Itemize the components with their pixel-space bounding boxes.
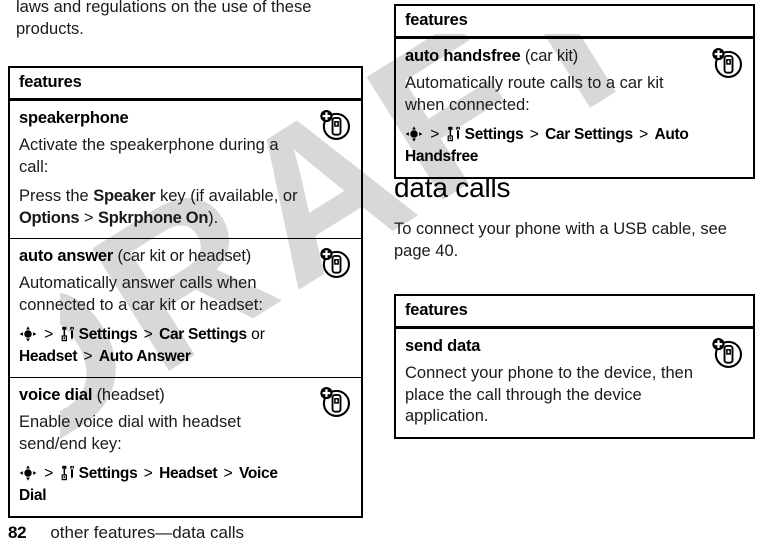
settings-tools-icon xyxy=(61,465,74,481)
menu-path: > Settings > Car Settings or Headset > A… xyxy=(19,324,306,368)
path-menu-item[interactable]: Auto Answer xyxy=(99,348,191,365)
path-separator: > xyxy=(40,326,58,343)
feature-name: voice dial xyxy=(19,386,93,404)
feature-qualifier: (car kit) xyxy=(524,47,579,65)
path-separator: > xyxy=(139,465,158,482)
feature-description: Automatically answer calls when connecte… xyxy=(19,274,263,314)
settings-tools-icon xyxy=(61,326,74,342)
breadcrumb: other features—data calls xyxy=(50,523,245,542)
feature-cell: send data Connect your phone to the devic… xyxy=(405,336,744,428)
path-menu-item[interactable]: Car Settings xyxy=(159,326,247,343)
path-menu-item[interactable]: Headset xyxy=(19,348,78,365)
table-header-row: features xyxy=(395,295,754,329)
feature-title: speakerphone xyxy=(19,108,306,129)
navigation-key-icon xyxy=(405,126,423,142)
path-separator: > xyxy=(219,465,237,482)
table-row: speakerphone Activate the speakerphone du… xyxy=(9,99,362,239)
table-header-row: features xyxy=(395,5,754,39)
path-menu-item[interactable]: Settings xyxy=(465,126,524,143)
path-separator: > xyxy=(40,465,58,482)
description-text: > xyxy=(79,208,99,227)
path-separator: > xyxy=(139,326,158,343)
path-conjunction: or xyxy=(246,326,265,343)
features-table-left: features speakerphone Activate the speaker… xyxy=(8,66,363,518)
page-body: laws and regulations on the use of these… xyxy=(0,0,759,546)
description-text: key (if available, or xyxy=(155,187,298,205)
page-number: 82 xyxy=(8,523,27,542)
table-row: voice dial (headset) Enable voice dial wi… xyxy=(9,378,362,518)
path-menu-item[interactable]: Settings xyxy=(79,465,138,482)
features-table-right-bottom: features send data Connect your phone to t… xyxy=(394,294,755,439)
ui-key-label: Options xyxy=(19,208,80,227)
feature-title: send data xyxy=(405,336,698,357)
path-separator: > xyxy=(525,126,544,143)
ui-key-label: Speaker xyxy=(93,187,156,205)
feature-name: auto handsfree xyxy=(405,47,521,65)
feature-name: auto answer xyxy=(19,247,114,265)
right-features-table-bottom-mount: features send data Connect your phone to t… xyxy=(394,294,755,439)
table-header-row: features xyxy=(9,67,362,101)
table-header-label: features xyxy=(405,301,468,319)
data-calls-section-mount: data calls To connect your phone with a … xyxy=(394,172,749,262)
table-row: auto answer (car kit or headset) Automati… xyxy=(9,238,362,378)
feature-description: Connect your phone to the device, then p… xyxy=(405,364,694,425)
path-menu-item[interactable]: Settings xyxy=(79,326,138,343)
navigation-key-icon xyxy=(19,465,37,481)
phone-plus-badge-icon xyxy=(712,337,743,369)
feature-cell: speakerphone Activate the speakerphone du… xyxy=(19,108,352,229)
feature-title: auto handsfree (car kit) xyxy=(405,46,698,67)
path-separator: > xyxy=(634,126,653,143)
left-features-table-mount: features speakerphone Activate the speaker… xyxy=(8,66,363,518)
navigation-key-icon xyxy=(19,326,37,342)
phone-plus-badge-icon xyxy=(320,247,351,279)
feature-description: Press the Speaker key (if available, or … xyxy=(19,186,306,229)
table-header-label: features xyxy=(19,73,82,91)
feature-description: Enable voice dial with headset send/end … xyxy=(19,413,241,453)
page-footer: 82 other features—data calls xyxy=(8,522,244,544)
feature-title: auto answer (car kit or headset) xyxy=(19,246,306,267)
feature-name: speakerphone xyxy=(19,109,129,127)
path-separator: > xyxy=(79,348,97,365)
path-menu-item[interactable]: Headset xyxy=(159,465,218,482)
feature-cell: voice dial (headset) Enable voice dial wi… xyxy=(19,385,352,507)
menu-path: > Settings > Car Settings > Auto Handsfr… xyxy=(405,124,698,168)
settings-tools-icon xyxy=(447,126,460,142)
table-row: send data Connect your phone to the devic… xyxy=(395,328,754,438)
feature-description: Automatically route calls to a car kit w… xyxy=(405,74,664,114)
section-heading: data calls xyxy=(394,172,511,203)
phone-plus-badge-icon xyxy=(320,386,351,418)
intro-paragraph: laws and regulations on the use of these… xyxy=(16,0,312,38)
table-row: auto handsfree (car kit) Automatically ro… xyxy=(395,38,754,179)
path-separator: > xyxy=(426,126,444,143)
right-features-table-top-mount: features auto handsfree (car kit) Automati… xyxy=(394,4,755,179)
path-menu-item[interactable]: Car Settings xyxy=(545,126,633,143)
phone-plus-badge-icon xyxy=(712,47,743,79)
feature-title: voice dial (headset) xyxy=(19,385,306,406)
feature-qualifier: (car kit or headset) xyxy=(117,247,252,265)
ui-key-label: Spkrphone On xyxy=(98,208,209,227)
feature-qualifier: (headset) xyxy=(96,386,165,404)
phone-plus-badge-icon xyxy=(320,109,351,141)
section-paragraph: To connect your phone with a USB cable, … xyxy=(394,220,727,260)
description-text: Press the xyxy=(19,187,94,205)
table-header-label: features xyxy=(405,11,468,29)
feature-name: send data xyxy=(405,337,481,355)
menu-path: > Settings > Headset > Voice Dial xyxy=(19,463,306,507)
feature-description: Activate the speakerphone during a call: xyxy=(19,136,279,176)
description-text: ). xyxy=(208,208,219,227)
feature-cell: auto answer (car kit or headset) Automati… xyxy=(19,246,352,368)
feature-cell: auto handsfree (car kit) Automatically ro… xyxy=(405,46,744,168)
features-table-right-top: features auto handsfree (car kit) Automati… xyxy=(394,4,755,179)
